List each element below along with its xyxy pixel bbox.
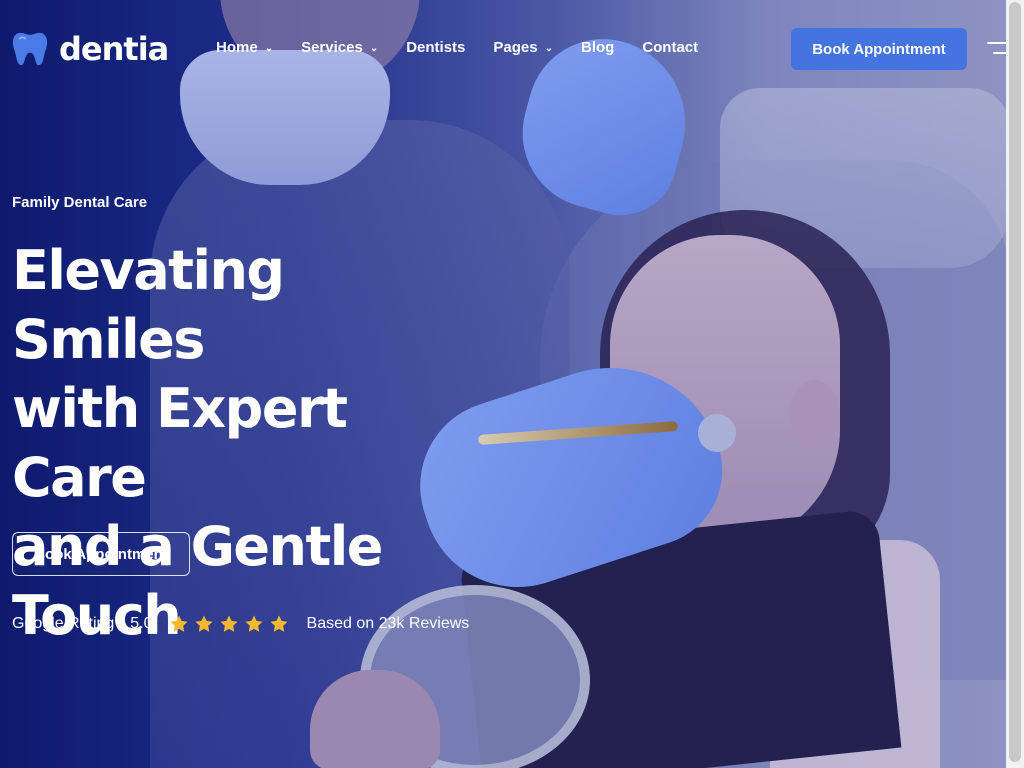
hero-section: dentia Home ⌄ Services ⌄ Dentists Pages … [0, 0, 1024, 768]
nav-item-home[interactable]: Home ⌄ [216, 39, 273, 56]
scrollbar-track[interactable] [1006, 0, 1024, 768]
book-appointment-header-button[interactable]: Book Appointment [791, 28, 967, 70]
nav-item-label: Blog [580, 39, 615, 56]
nav-item-label: Services [301, 39, 363, 56]
nav-item-label: Home [216, 39, 258, 56]
hero-headline: Elevating Smiles with Expert Care and a … [12, 236, 482, 650]
tooth-icon [12, 32, 48, 66]
main-nav: Home ⌄ Services ⌄ Dentists Pages ⌄ Blog … [216, 39, 726, 56]
brand-name: dentia [59, 30, 169, 68]
scrollbar-thumb[interactable] [1009, 2, 1021, 762]
chevron-down-icon: ⌄ [544, 43, 553, 54]
site-header: dentia Home ⌄ Services ⌄ Dentists Pages … [0, 0, 1011, 96]
nav-item-services[interactable]: Services ⌄ [301, 39, 378, 56]
chevron-down-icon: ⌄ [369, 43, 379, 54]
nav-item-label: Pages [493, 39, 538, 56]
book-appointment-hero-button[interactable]: Book Appointment [12, 532, 190, 576]
nav-item-pages[interactable]: Pages ⌄ [493, 39, 553, 56]
star-icon [220, 615, 238, 632]
star-icon [170, 615, 188, 632]
chevron-down-icon: ⌄ [264, 43, 274, 54]
nav-item-label: Dentists [406, 39, 466, 56]
headline-line: with Expert Care [12, 377, 348, 509]
hero-photo-dental-mirror-tip [698, 414, 736, 452]
star-icon [270, 615, 288, 632]
rating-stars [169, 614, 289, 634]
nav-item-blog[interactable]: Blog [581, 39, 614, 56]
nav-item-contact[interactable]: Contact [642, 39, 698, 56]
google-rating: Google Rating 5.0 Based on 23k Reviews [12, 614, 469, 634]
hero-eyebrow: Family Dental Care [12, 194, 148, 211]
rating-label: Google Rating [12, 615, 115, 632]
headline-line: Elevating Smiles [12, 239, 285, 371]
rating-score: 5.0 [130, 615, 153, 632]
rating-reviews-text: Based on 23k Reviews [306, 615, 470, 632]
hero-photo-patient-ear [790, 380, 840, 450]
star-icon [195, 615, 213, 632]
star-icon [245, 615, 263, 632]
nav-item-dentists[interactable]: Dentists [406, 39, 465, 56]
brand-logo[interactable]: dentia [11, 30, 169, 68]
nav-item-label: Contact [642, 39, 699, 56]
